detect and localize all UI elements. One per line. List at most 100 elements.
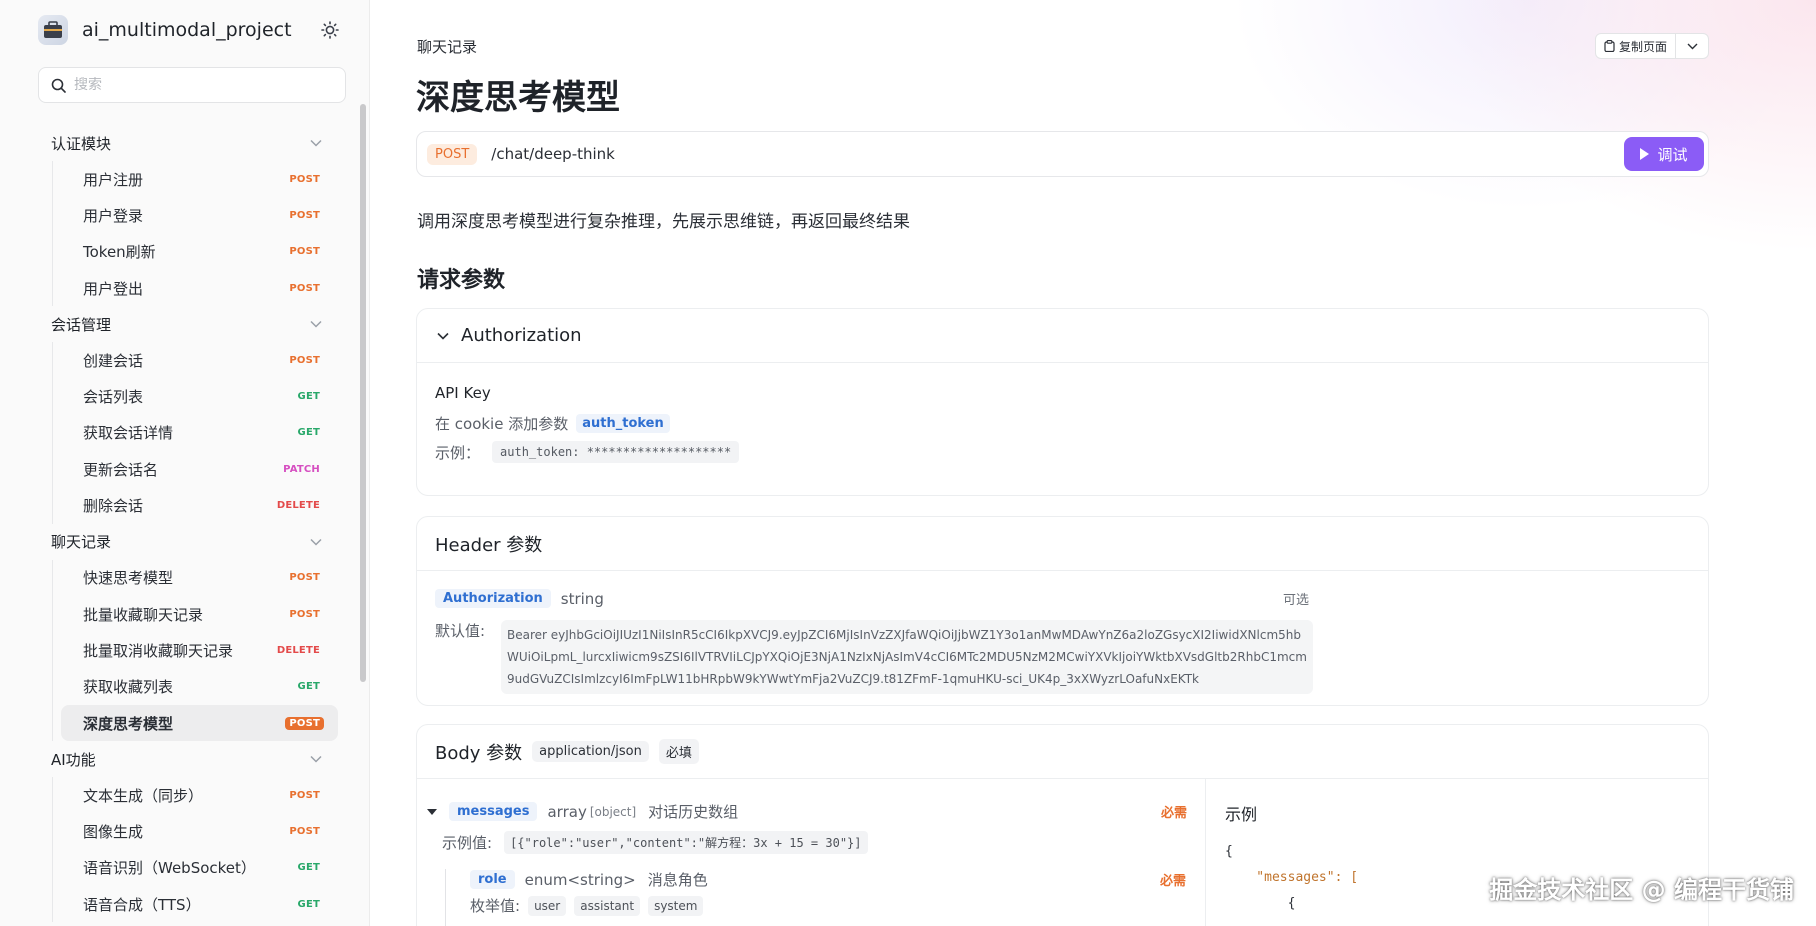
content-type-chip: application/json: [532, 741, 649, 762]
chevron-down-icon: [310, 538, 322, 546]
method-badge: POST: [285, 716, 324, 730]
enum-value: assistant: [574, 895, 641, 916]
authorization-title: Authorization: [461, 325, 582, 346]
sun-icon: [321, 21, 339, 39]
nav-item-label: 批量收藏聊天记录: [83, 605, 204, 624]
method-badge: GET: [297, 391, 320, 403]
nav-item-logout[interactable]: 用户登出 POST: [61, 270, 338, 306]
nav-item-batch-unfavorite[interactable]: 批量取消收藏聊天记录 DELETE: [61, 632, 338, 668]
nav-item-label: Token刷新: [83, 243, 156, 262]
nested-fields: role enum<string> 消息角色 必需 枚举值: user assi…: [445, 869, 1186, 926]
nav-item-image-gen[interactable]: 图像生成 POST: [61, 813, 338, 849]
nav-item-label: 文本生成（同步）: [83, 786, 204, 805]
request-params-heading: 请求参数: [417, 268, 506, 293]
project-name: ai_multimodal_project: [82, 19, 292, 41]
nav-group-label: 会话管理: [51, 315, 112, 334]
nav-item-text-gen[interactable]: 文本生成（同步） POST: [61, 777, 338, 813]
code-line: "messages": [: [1225, 870, 1359, 885]
nav-item-rename-session[interactable]: 更新会话名 PATCH: [61, 451, 338, 487]
nav-item-create-session[interactable]: 创建会话 POST: [61, 342, 338, 378]
nav-item-session-list[interactable]: 会话列表 GET: [61, 378, 338, 414]
nav-group-label: 聊天记录: [51, 533, 112, 552]
body-params-title: Body 参数: [435, 742, 523, 764]
copy-page-control: 复制页面: [1595, 33, 1709, 59]
example-value: [{"role":"user","content":"解方程：3x + 15 =…: [504, 831, 868, 854]
nav-item-favorite-list[interactable]: 获取收藏列表 GET: [61, 669, 338, 705]
search-input[interactable]: [74, 77, 324, 93]
enum-value: system: [648, 895, 704, 916]
param-name: Authorization: [435, 589, 551, 608]
page-title: 深度思考模型: [416, 78, 620, 118]
chevron-down-icon: [437, 332, 449, 340]
nav-item-label: 获取会话详情: [83, 424, 174, 443]
role-field-row: role enum<string> 消息角色 必需: [470, 869, 1186, 890]
nav-item-token-refresh[interactable]: Token刷新 POST: [61, 234, 338, 270]
messages-field-row[interactable]: messages array [object] 对话历史数组 必需: [427, 801, 1187, 822]
theme-toggle-button[interactable]: [317, 17, 343, 43]
caret-down-icon[interactable]: [427, 808, 437, 815]
default-value-row: 默认值: Bearer eyJhbGciOiJIUzI1NiIsInR5cCI6…: [435, 620, 1313, 694]
watermark: 掘金技术社区 @ 编程干货铺: [1489, 876, 1794, 904]
example-value-label: 示例值:: [442, 834, 493, 852]
sidebar-scrollbar[interactable]: [360, 104, 366, 682]
search-icon: [51, 78, 66, 93]
field-description: 消息角色: [647, 871, 708, 889]
copy-page-label: 复制页面: [1619, 39, 1668, 54]
field-type: enum<string>: [524, 870, 636, 889]
breadcrumb[interactable]: 聊天记录: [417, 36, 477, 57]
nav-item-login[interactable]: 用户登录 POST: [61, 197, 338, 233]
method-badge: POST: [289, 209, 320, 221]
method-badge: POST: [289, 173, 320, 185]
method-badge: GET: [297, 427, 320, 439]
body-params-header: Body 参数 application/json 必填: [417, 725, 1708, 779]
nav-item-label: 更新会话名: [83, 460, 159, 479]
search-box[interactable]: [38, 67, 346, 103]
debug-button[interactable]: 调试: [1624, 137, 1704, 171]
project-logo-icon: [38, 15, 68, 45]
field-name: messages: [449, 802, 538, 821]
nav-item-label: 用户登出: [83, 279, 144, 298]
enum-label: 枚举值:: [470, 897, 521, 915]
authorization-card: Authorization API Key 在 cookie 添加参数 auth…: [416, 308, 1709, 496]
header-param-row: Authorization string 可选: [435, 589, 1309, 608]
nav-item-session-detail[interactable]: 获取会话详情 GET: [61, 415, 338, 451]
nav-group-sessions[interactable]: 会话管理: [38, 306, 338, 342]
field-description: 对话历史数组: [648, 803, 739, 821]
method-badge: POST: [289, 826, 320, 838]
copy-options-dropdown[interactable]: [1676, 43, 1708, 50]
chevron-down-icon: [310, 139, 322, 147]
nav-item-label: 语音识别（WebSocket）: [83, 859, 256, 878]
nav-item-delete-session[interactable]: 删除会话 DELETE: [61, 487, 338, 523]
nav-group-label: AI功能: [51, 750, 96, 769]
messages-example-row: 示例值: [{"role":"user","content":"解方程：3x +…: [442, 831, 868, 854]
nav-item-register[interactable]: 用户注册 POST: [61, 161, 338, 197]
method-badge: DELETE: [276, 644, 320, 656]
cookie-param-name: auth_token: [576, 414, 670, 433]
method-badge: POST: [289, 354, 320, 366]
authorization-toggle[interactable]: Authorization: [417, 309, 1708, 363]
default-label: 默认值:: [435, 622, 486, 640]
nav-item-speech-recognition[interactable]: 语音识别（WebSocket） GET: [61, 850, 338, 886]
nav-item-label: 获取收藏列表: [83, 678, 174, 697]
nav-group-chat-history[interactable]: 聊天记录: [38, 524, 338, 560]
param-type: string: [560, 589, 604, 608]
nav-group-auth[interactable]: 认证模块: [38, 125, 338, 161]
nav-item-deep-think[interactable]: 深度思考模型 POST: [61, 704, 338, 742]
nav-item-batch-favorite[interactable]: 批量收藏聊天记录 POST: [61, 596, 338, 632]
required-label: 必需: [1160, 806, 1187, 821]
nav-item-label: 用户注册: [83, 170, 144, 189]
nav-item-tts[interactable]: 语音合成（TTS） GET: [61, 886, 338, 922]
header-params-card: Header 参数 Authorization string 可选 默认值: B…: [416, 516, 1709, 706]
nav-group-ai[interactable]: AI功能: [38, 741, 338, 777]
code-line: {: [1225, 896, 1296, 911]
endpoint-bar: POST /chat/deep-think 调试: [416, 131, 1709, 177]
method-badge: POST: [289, 789, 320, 801]
auth-example: 示例： auth_token: ********************: [435, 441, 740, 463]
chevron-down-icon: [310, 321, 322, 328]
example-label: 示例：: [435, 443, 481, 462]
body-schema: messages array [object] 对话历史数组 必需 示例值: […: [417, 779, 1206, 926]
method-badge: DELETE: [276, 500, 320, 512]
nav-item-fast-think[interactable]: 快速思考模型 POST: [61, 560, 338, 596]
required-label: 必需: [1159, 874, 1186, 889]
copy-page-button[interactable]: 复制页面: [1596, 34, 1677, 58]
